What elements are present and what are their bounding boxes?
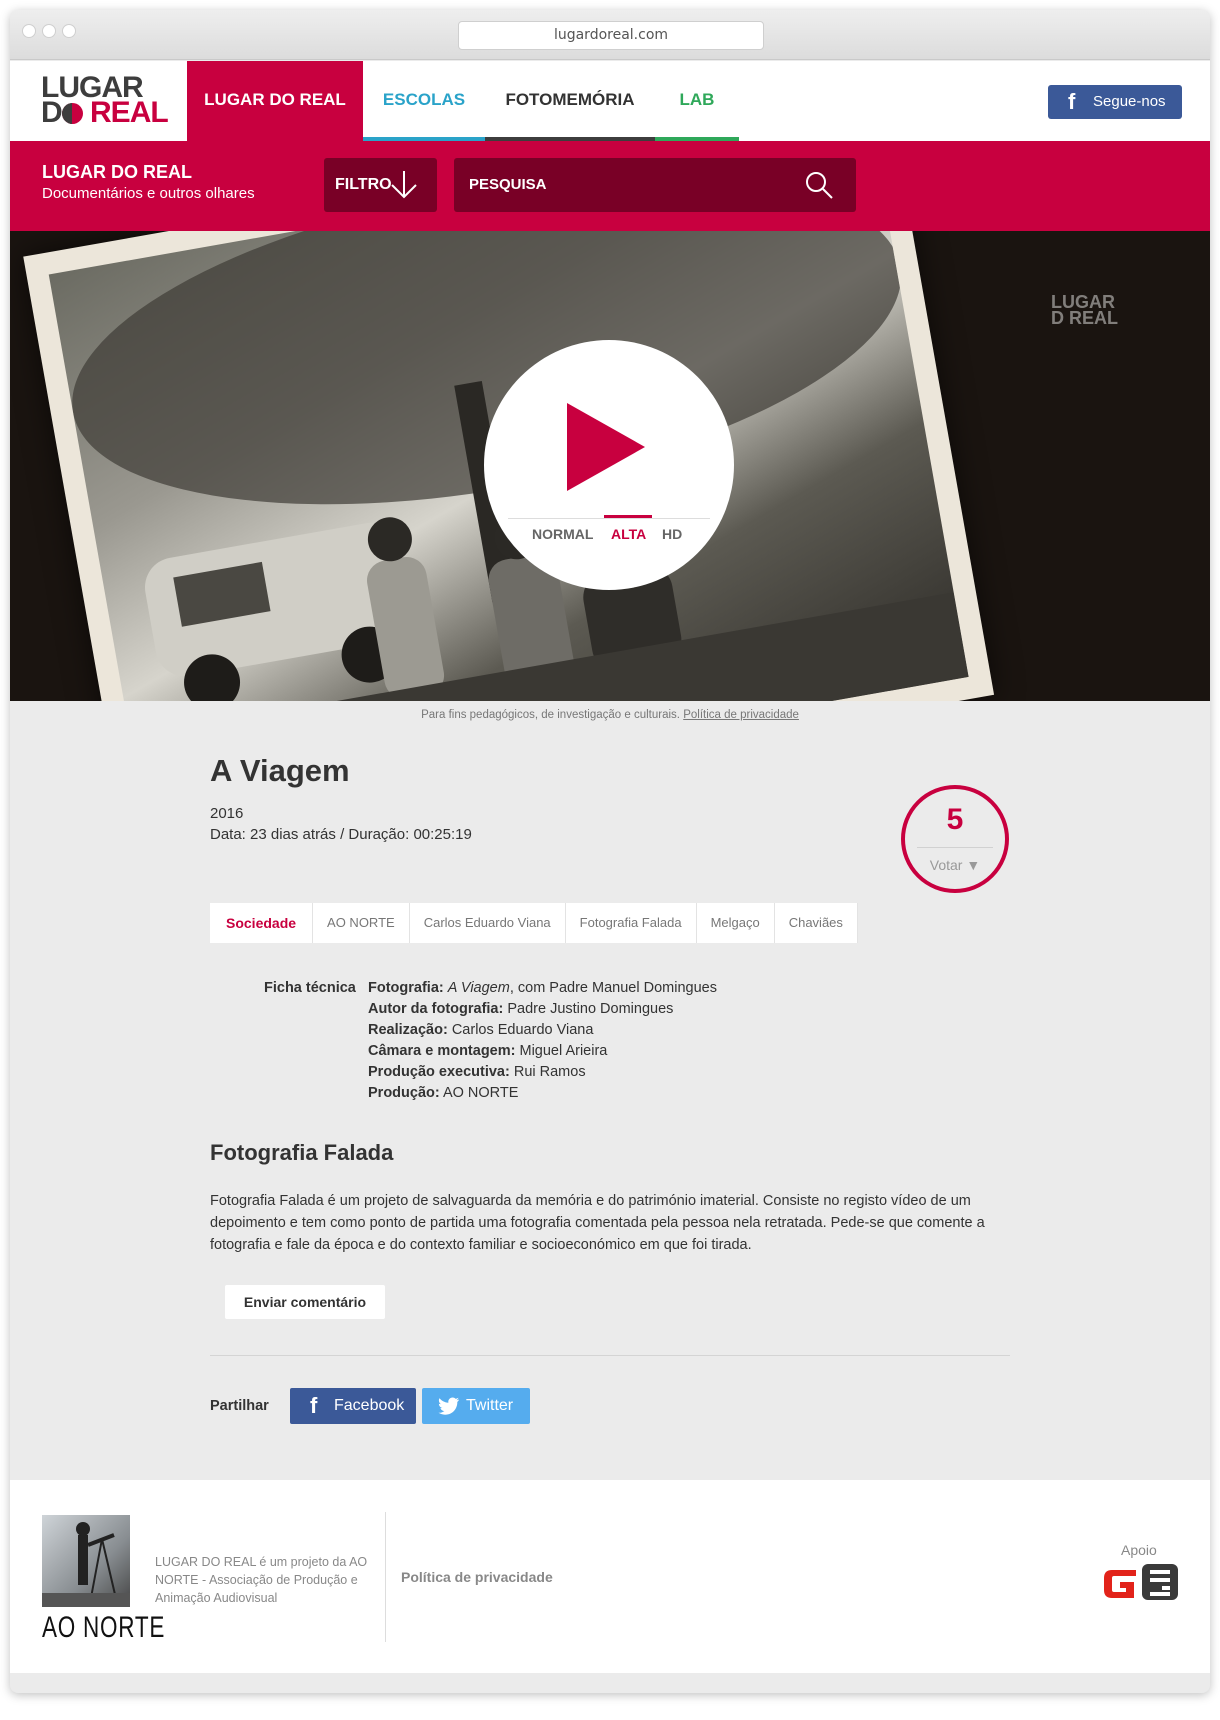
nav-label: ESCOLAS xyxy=(382,90,466,109)
quality-active-indicator xyxy=(604,515,652,518)
share-facebook-button[interactable]: f Facebook xyxy=(290,1388,416,1424)
footer-privacy-link[interactable]: Política de privacidade xyxy=(401,1569,553,1585)
send-comment-button[interactable]: Enviar comentário xyxy=(225,1285,385,1319)
facebook-icon: f xyxy=(310,1393,318,1418)
share-label: Partilhar xyxy=(210,1398,269,1414)
arrow-down-icon xyxy=(391,171,417,199)
video-caption: Para fins pedagógicos, de investigação e… xyxy=(10,709,1210,721)
nav-label: LAB xyxy=(679,90,715,109)
vote-divider xyxy=(917,847,993,848)
nav-label: LUGAR DO REAL xyxy=(204,90,346,109)
logo-dot-icon xyxy=(61,103,83,124)
subheader: LUGAR DO REAL Documentários e outros olh… xyxy=(10,141,1210,231)
nav-fotomemoria[interactable]: FOTOMEMÓRIA xyxy=(485,61,655,141)
filter-button[interactable]: FILTRO xyxy=(324,158,437,212)
vote-button[interactable]: Votar ▼ xyxy=(905,857,1005,873)
nav-label: FOTOMEMÓRIA xyxy=(505,90,635,109)
quality-divider xyxy=(508,518,710,519)
project-description: Fotografia Falada é um projeto de salvag… xyxy=(210,1193,985,1253)
ficha-row: Realização: Carlos Eduardo Viana xyxy=(368,1022,594,1038)
ficha-tecnica-label: Ficha técnica xyxy=(264,980,356,996)
share-twitter-label: Twitter xyxy=(466,1397,514,1414)
search-input[interactable]: PESQUISA xyxy=(469,158,547,212)
play-controls: NORMAL ALTA HD xyxy=(484,340,734,590)
film-title: A Viagem xyxy=(210,753,350,788)
ficha-row: Produção executiva: Rui Ramos xyxy=(368,1064,586,1080)
twitter-icon xyxy=(438,1397,459,1415)
quality-normal[interactable]: NORMAL xyxy=(532,526,593,542)
support-label: Apoio xyxy=(1121,1542,1157,1558)
section-title: LUGAR DO REAL xyxy=(42,162,192,182)
tag-melgaco[interactable]: Melgaço xyxy=(696,903,775,943)
film-meta: Data: 23 dias atrás / Duração: 00:25:19 xyxy=(210,826,472,843)
follow-label: Segue-nos xyxy=(1093,93,1166,110)
video-watermark: LUGAR D REAL xyxy=(1051,292,1118,328)
search-icon[interactable] xyxy=(804,170,834,200)
footer-description: LUGAR DO REAL é um projeto da AO NORTE -… xyxy=(155,1555,368,1605)
divider xyxy=(210,1355,1010,1356)
tag-chaviaes[interactable]: Chaviães xyxy=(774,903,858,943)
video-player[interactable]: LUGAR D REAL NORMAL ALTA HD xyxy=(10,231,1210,701)
section-subtitle: Documentários e outros olhares xyxy=(42,185,255,202)
window-close-button[interactable] xyxy=(22,24,36,38)
ao-norte-wordmark: AO NORTE xyxy=(42,1611,166,1644)
footer-divider xyxy=(385,1512,386,1642)
follow-facebook-button[interactable]: f Segue-nos xyxy=(1048,85,1182,119)
film-year: 2016 xyxy=(210,805,244,822)
logo-line-2: D REAL xyxy=(41,96,169,129)
caption-text: Para fins pedagógicos, de investigação e… xyxy=(421,709,680,721)
browser-toolbar: lugardoreal.com xyxy=(10,10,1210,60)
quality-hd[interactable]: HD xyxy=(662,526,682,542)
tag-ao-norte[interactable]: AO NORTE xyxy=(313,903,410,943)
ficha-row: Produção: AO NORTE xyxy=(368,1085,519,1101)
ficha-row: Câmara e montagem: Miguel Arieira xyxy=(368,1043,608,1059)
play-icon[interactable] xyxy=(567,403,645,491)
tag-list: Sociedade AO NORTE Carlos Eduardo Viana … xyxy=(210,903,858,943)
tag-sociedade[interactable]: Sociedade xyxy=(210,903,314,943)
ficha-row: Autor da fotografia: Padre Justino Domin… xyxy=(368,1001,674,1017)
ao-norte-logo[interactable]: AO NORTE xyxy=(42,1515,166,1645)
search-field[interactable]: PESQUISA xyxy=(454,158,856,212)
privacy-link[interactable]: Política de privacidade xyxy=(683,709,799,721)
nav-lugar-do-real[interactable]: LUGAR DO REAL xyxy=(187,61,363,141)
g9-logo-icon xyxy=(1104,1564,1178,1600)
site-logo[interactable]: LUGAR D REAL xyxy=(41,73,181,131)
window-maximize-button[interactable] xyxy=(62,24,76,38)
share-twitter-button[interactable]: Twitter xyxy=(422,1388,530,1424)
browser-window: lugardoreal.com LUGAR D REAL LUGAR DO RE… xyxy=(10,10,1210,1693)
address-bar[interactable]: lugardoreal.com xyxy=(458,21,764,50)
tag-carlos-eduardo-viana[interactable]: Carlos Eduardo Viana xyxy=(409,903,566,943)
ficha-row: Fotografia: A Viagem, com Padre Manuel D… xyxy=(368,980,717,996)
facebook-icon: f xyxy=(1068,89,1076,114)
g9-sponsor-logo[interactable] xyxy=(1100,1560,1182,1604)
vote-widget[interactable]: 5 Votar ▼ xyxy=(901,785,1009,893)
filter-label: FILTRO xyxy=(335,176,392,193)
nav-lab[interactable]: LAB xyxy=(655,61,739,141)
project-title: Fotografia Falada xyxy=(210,1140,394,1165)
window-minimize-button[interactable] xyxy=(42,24,56,38)
ao-norte-photo xyxy=(42,1515,130,1607)
nav-escolas[interactable]: ESCOLAS xyxy=(363,61,485,141)
site-header: LUGAR D REAL LUGAR DO REAL ESCOLAS FOTOM… xyxy=(10,61,1210,141)
tag-fotografia-falada[interactable]: Fotografia Falada xyxy=(565,903,697,943)
vote-count: 5 xyxy=(946,803,964,836)
site-footer: AO NORTE LUGAR DO REAL é um projeto da A… xyxy=(10,1480,1210,1673)
quality-alta[interactable]: ALTA xyxy=(611,526,646,542)
share-facebook-label: Facebook xyxy=(334,1397,405,1414)
